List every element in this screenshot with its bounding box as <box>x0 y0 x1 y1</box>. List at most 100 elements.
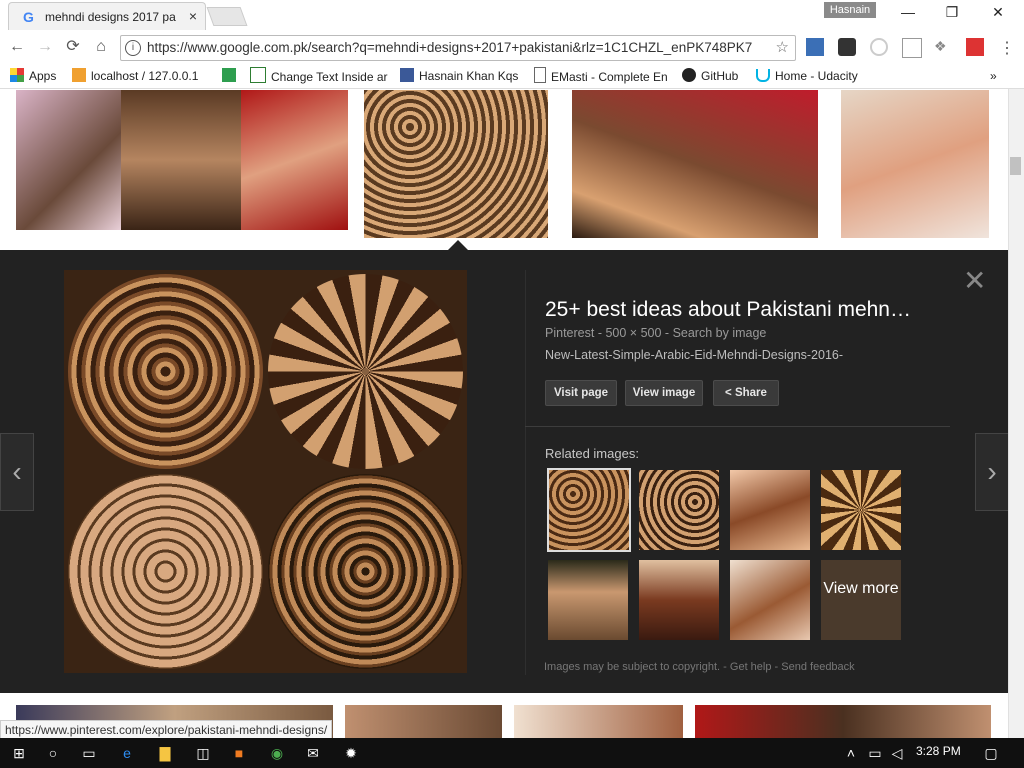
related-image-6[interactable] <box>639 560 719 640</box>
taskbar-clock[interactable]: 3:28 PM <box>916 744 961 758</box>
profile-button[interactable]: Hasnain <box>824 2 876 18</box>
chevron-up-icon[interactable]: ˄ <box>842 744 860 762</box>
bookmarks-overflow-button[interactable]: » <box>990 67 997 85</box>
related-image-5[interactable] <box>548 560 628 640</box>
mail-icon[interactable]: ✉ <box>304 744 322 762</box>
w3-icon <box>222 68 236 82</box>
app-orange-icon[interactable]: ■ <box>230 744 248 762</box>
view-image-button[interactable]: View image <box>625 380 703 406</box>
related-images-label: Related images: <box>545 446 639 461</box>
extension-tabs-icon[interactable] <box>902 38 922 58</box>
share-icon: < <box>725 387 735 399</box>
result-thumb-9[interactable] <box>514 705 683 738</box>
get-help-link[interactable]: Get help <box>730 661 772 673</box>
settings-gear-icon[interactable]: ✹ <box>342 744 360 762</box>
menu-icon[interactable]: ⋮ <box>998 38 1016 57</box>
bookmark-w3[interactable] <box>222 67 241 85</box>
view-more-button[interactable]: View more <box>821 560 901 640</box>
bookmark-star-icon[interactable]: ☆ <box>776 38 789 56</box>
related-image-1[interactable] <box>547 468 631 552</box>
visit-page-button[interactable]: Visit page <box>545 380 617 406</box>
send-feedback-link[interactable]: Send feedback <box>781 661 854 673</box>
related-image-3[interactable] <box>730 470 810 550</box>
detail-title[interactable]: 25+ best ideas about Pakistani mehn… <box>545 298 945 322</box>
file-explorer-icon[interactable]: ▇ <box>156 744 174 762</box>
maximize-button[interactable]: ❐ <box>942 4 962 22</box>
bookmark-udacity[interactable]: Home - Udacity <box>756 67 858 85</box>
bookmark-apps[interactable]: Apps <box>10 67 56 85</box>
back-button[interactable]: ← <box>6 36 28 58</box>
arrow-icon <box>250 67 266 83</box>
extension-off-icon[interactable] <box>966 38 984 56</box>
mandala-pattern-2 <box>268 274 463 469</box>
result-thumb-5[interactable] <box>572 90 818 238</box>
panel-divider <box>525 426 950 427</box>
result-thumb-6[interactable] <box>841 90 989 238</box>
result-thumb-3[interactable] <box>241 90 348 230</box>
extension-circle-icon[interactable] <box>870 38 888 56</box>
bookmark-github[interactable]: GitHub <box>682 67 738 85</box>
bookmark-emasti[interactable]: EMasti - Complete En <box>534 67 668 85</box>
page-scrollbar[interactable] <box>1008 89 1024 738</box>
tab-close-icon[interactable]: × <box>189 8 197 24</box>
related-image-7[interactable] <box>730 560 810 640</box>
network-icon[interactable]: ▭ <box>866 744 884 762</box>
view-more-label: View more <box>823 580 899 597</box>
result-thumb-8[interactable] <box>345 705 502 738</box>
forward-button[interactable]: → <box>34 36 56 58</box>
detail-footer: Images may be subject to copyright. - Ge… <box>544 661 855 673</box>
extension-ghostery-icon[interactable] <box>838 38 856 56</box>
scrollbar-thumb[interactable] <box>1010 157 1021 175</box>
new-tab-button[interactable] <box>206 7 248 26</box>
mandala-pattern-1 <box>68 274 263 469</box>
window-close-button[interactable]: ✕ <box>988 4 1008 22</box>
related-image-2[interactable] <box>639 470 719 550</box>
address-bar[interactable]: i https://www.google.com.pk/search?q=meh… <box>120 35 796 61</box>
result-thumb-2[interactable] <box>121 90 241 230</box>
detail-filename: New-Latest-Simple-Arabic-Eid-Mehndi-Desi… <box>545 348 844 362</box>
home-button[interactable]: ⌂ <box>90 36 112 58</box>
address-url[interactable]: https://www.google.com.pk/search?q=mehnd… <box>147 40 759 55</box>
mandala-pattern-3 <box>68 474 263 669</box>
mandala-pattern-4 <box>268 474 463 669</box>
start-icon[interactable]: ⊞ <box>10 744 28 762</box>
browser-tab[interactable]: G mehndi designs 2017 pa × <box>8 2 206 31</box>
site-info-icon[interactable]: i <box>125 40 141 56</box>
next-image-button[interactable]: › <box>975 433 1009 511</box>
tab-title: mehndi designs 2017 pa <box>45 10 176 24</box>
dropbox-icon[interactable]: ❖ <box>934 38 952 56</box>
close-panel-icon[interactable]: ✕ <box>963 267 986 295</box>
preview-image[interactable] <box>64 270 467 673</box>
chrome-taskbar-icon[interactable]: ◉ <box>268 744 286 762</box>
apps-icon <box>10 68 24 82</box>
related-image-4[interactable] <box>821 470 901 550</box>
footer-separator: - <box>723 661 730 673</box>
bookmark-change-text[interactable]: Change Text Inside ar <box>250 67 388 85</box>
detail-meta: Pinterest - 500 × 500 - Search by image <box>545 326 766 340</box>
panel-divider-vertical <box>525 270 526 675</box>
google-favicon-icon: G <box>23 9 34 25</box>
bookmark-facebook[interactable]: Hasnain Khan Kqs <box>400 67 518 85</box>
search-by-image-link[interactable]: Search by image <box>673 326 767 340</box>
extension-cast-icon[interactable] <box>806 38 824 56</box>
pma-icon <box>72 68 86 82</box>
volume-icon[interactable]: ◁ <box>888 744 906 762</box>
detail-source[interactable]: Pinterest <box>545 326 594 340</box>
store-icon[interactable]: ◫ <box>194 744 212 762</box>
notifications-icon[interactable]: ▢ <box>982 744 1000 762</box>
detail-size: 500 × 500 <box>605 326 662 340</box>
share-button[interactable]: < Share <box>713 380 779 406</box>
status-url-bubble: https://www.pinterest.com/explore/pakist… <box>0 720 333 740</box>
previous-image-button[interactable]: ‹ <box>0 433 34 511</box>
reload-button[interactable]: ⟳ <box>62 36 84 58</box>
copyright-note: Images may be subject to copyright. <box>544 661 721 673</box>
result-thumb-10[interactable] <box>695 705 991 738</box>
meta-separator: - <box>664 326 673 340</box>
bookmark-localhost[interactable]: localhost / 127.0.0.1 <box>72 67 198 85</box>
minimize-button[interactable]: — <box>898 4 918 22</box>
result-thumb-4-selected[interactable] <box>364 90 548 238</box>
result-thumb-1[interactable] <box>16 90 121 230</box>
task-view-icon[interactable]: ▭ <box>80 744 98 762</box>
edge-icon[interactable]: e <box>118 744 136 762</box>
search-icon[interactable]: ○ <box>44 744 62 762</box>
